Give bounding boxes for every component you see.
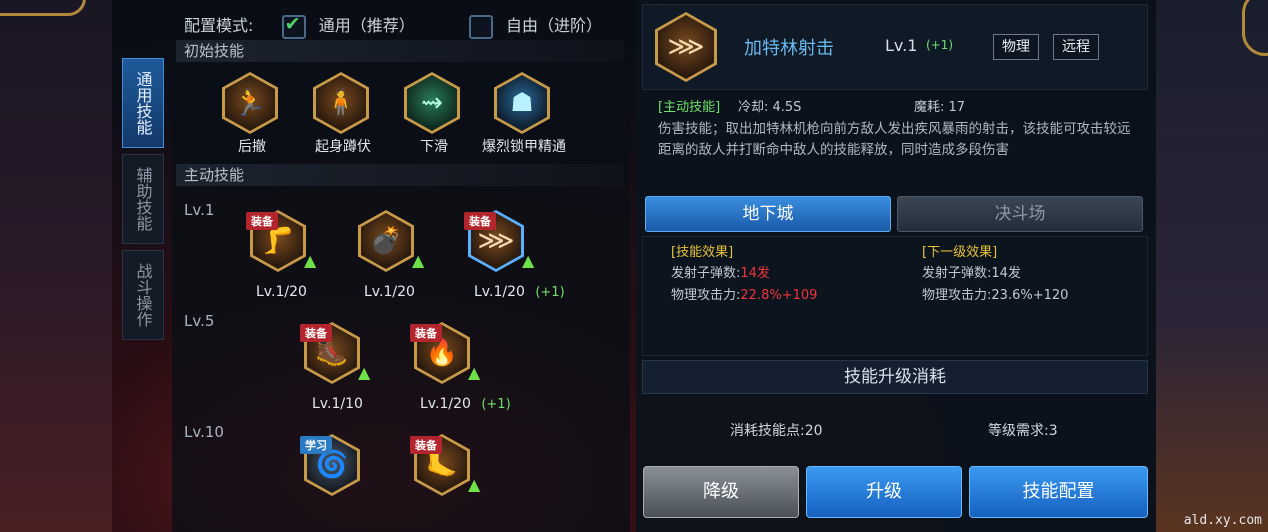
- current-attack-power: 物理攻击力:22.8%+109: [671, 284, 817, 303]
- next-effect-title: [下一级效果]: [922, 245, 998, 260]
- armor-icon: ☗: [497, 75, 547, 131]
- free-mode-label: 自由（进阶）: [505, 16, 602, 35]
- tag-physical: 物理: [993, 34, 1039, 60]
- free-mode-checkbox[interactable]: [468, 14, 493, 39]
- skill-name: 加特林射击: [744, 38, 834, 59]
- tab-dungeon[interactable]: 地下城: [645, 196, 891, 232]
- tier-label: Lv.1: [184, 201, 215, 219]
- skill-level-text: Lv.1/20: [420, 396, 471, 412]
- effect-label: 物理攻击力:: [922, 288, 992, 303]
- tier-label: Lv.10: [184, 423, 224, 441]
- skill-config-button[interactable]: 技能配置: [969, 466, 1148, 518]
- effect-label: 物理攻击力:: [671, 288, 741, 303]
- upgrade-arrow-icon: ▲: [468, 475, 481, 494]
- skill-level-text: Lv.1/20: [474, 284, 525, 300]
- upgrade-button[interactable]: 升级: [806, 466, 962, 518]
- learn-badge: 学习: [300, 436, 332, 454]
- side-tab-bar: 通用技能 辅助技能 战斗操作: [122, 58, 166, 346]
- grenade-icon: 💣: [361, 213, 411, 269]
- skill-level: Lv.1/20 (+1): [474, 284, 565, 300]
- skill-level-plus: (+1): [535, 285, 565, 300]
- effect-value: 23.6%+120: [991, 288, 1069, 303]
- effect-value: 14发: [991, 266, 1021, 281]
- active-skills-header: 主动技能: [176, 164, 624, 186]
- tab-label: 战斗操作: [133, 263, 153, 327]
- general-mode-checkbox[interactable]: [281, 13, 306, 39]
- effect-label: 发射子弹数:: [671, 266, 741, 281]
- level-requirement: 等级需求:3: [988, 423, 1058, 439]
- tier-label: Lv.5: [184, 312, 215, 330]
- effect-value: 22.8%+109: [740, 288, 818, 303]
- watermark: ald.xy.com: [1183, 513, 1262, 528]
- slide-icon: ⇝: [407, 75, 457, 131]
- skill-level: Lv.1: [885, 36, 918, 55]
- next-attack-power: 物理攻击力:23.6%+120: [922, 284, 1068, 303]
- cooldown: 冷却: 4.5S: [738, 100, 802, 115]
- skill-points-cost: 消耗技能点:20: [730, 423, 823, 439]
- general-mode-label: 通用（推荐）: [318, 16, 415, 35]
- tab-combat-controls[interactable]: 战斗操作: [122, 250, 164, 340]
- skill-level-plus: (+1): [926, 38, 954, 52]
- equip-badge: 装备: [410, 436, 442, 454]
- tab-arena[interactable]: 决斗场: [897, 196, 1143, 232]
- skill-level: Lv.1/20 (+1): [420, 396, 511, 412]
- skill-level-plus: (+1): [481, 397, 511, 412]
- mana-cost: 魔耗: 17: [914, 100, 966, 115]
- skill-type: [主动技能]: [658, 100, 721, 115]
- current-effect-title: [技能效果]: [671, 245, 734, 260]
- skill-label: 爆烈锁甲精通: [482, 139, 566, 155]
- left-frame-decoration: [0, 0, 112, 532]
- equip-badge: 装备: [246, 212, 278, 230]
- downgrade-button[interactable]: 降级: [643, 466, 799, 518]
- upgrade-arrow-icon: ▲: [412, 251, 425, 270]
- skill-level: Lv.1/10: [312, 396, 363, 412]
- config-mode-row: 配置模式: 通用（推荐） 自由（进阶）: [184, 12, 602, 39]
- backstep-icon: 🏃: [225, 75, 275, 131]
- upgrade-cost-header: 技能升级消耗: [642, 360, 1148, 394]
- gatling-icon: ⋙: [658, 15, 714, 79]
- crouch-icon: 🧍: [316, 75, 366, 131]
- tab-label: 辅助技能: [133, 167, 153, 231]
- effect-value: 14发: [740, 266, 770, 281]
- right-frame-decoration: [1156, 0, 1268, 532]
- skill-description: 伤害技能；取出加特林机枪向前方敌人发出疾风暴雨的射击，该技能可攻击较远距离的敌人…: [658, 121, 1131, 158]
- tab-support-skills[interactable]: 辅助技能: [122, 154, 164, 244]
- effect-label: 发射子弹数:: [922, 266, 992, 281]
- skill-level: Lv.1/20: [256, 284, 307, 300]
- upgrade-arrow-icon: ▲: [468, 363, 481, 382]
- skill-level: Lv.1/20: [364, 284, 415, 300]
- config-mode-label: 配置模式:: [184, 16, 254, 35]
- equip-badge: 装备: [300, 324, 332, 342]
- tag-ranged: 远程: [1053, 34, 1099, 60]
- gold-frame-corner: [0, 0, 86, 16]
- next-bullet-count: 发射子弹数:14发: [922, 262, 1021, 281]
- upgrade-arrow-icon: ▲: [304, 251, 317, 270]
- tab-label: 通用技能: [133, 71, 153, 135]
- current-bullet-count: 发射子弹数:14发: [671, 262, 770, 281]
- upgrade-arrow-icon: ▲: [522, 251, 535, 270]
- tab-general-skills[interactable]: 通用技能: [122, 58, 164, 148]
- equip-badge: 装备: [464, 212, 496, 230]
- upgrade-arrow-icon: ▲: [358, 363, 371, 382]
- equip-badge: 装备: [410, 324, 442, 342]
- initial-skills-header: 初始技能: [176, 40, 624, 62]
